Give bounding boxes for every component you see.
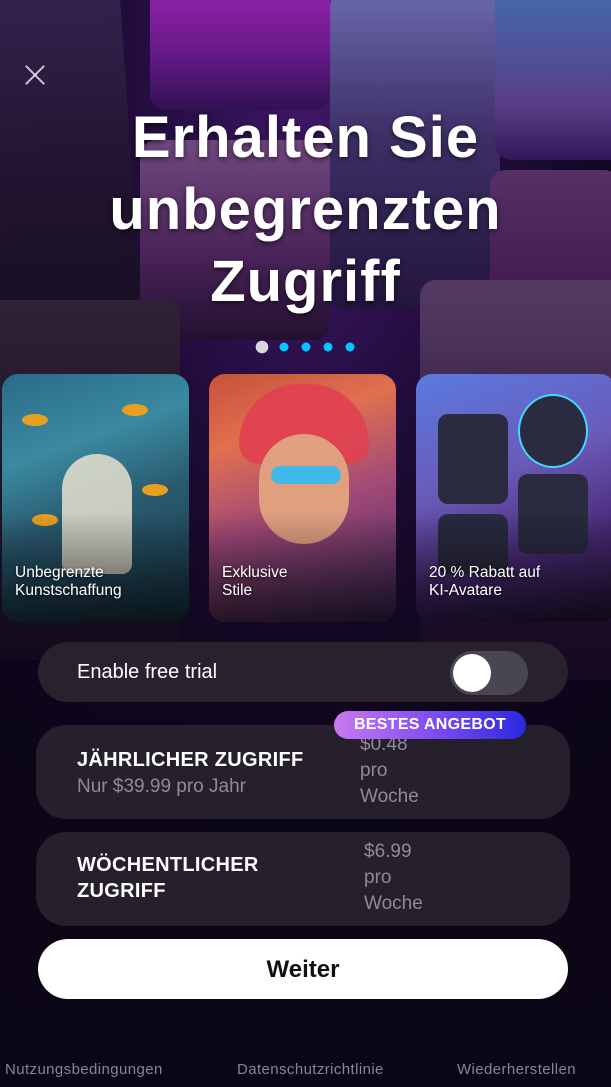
feature-card-ai-avatars[interactable]: 20 % Rabatt auf KI-Avatare [416, 374, 611, 622]
plan-name: JÄHRLICHER ZUGRIFF [77, 749, 304, 771]
feature-card-label: Unbegrenzte Kunstschaffung [15, 564, 122, 599]
feature-carousel[interactable]: Unbegrenzte Kunstschaffung Exklusive Sti… [2, 374, 611, 624]
feature-card-exclusive-styles[interactable]: Exklusive Stile [209, 374, 396, 622]
card-image-avatar [518, 394, 588, 468]
carousel-dots [0, 340, 611, 354]
card-image-fish [142, 484, 168, 496]
card-image-avatar [438, 414, 508, 504]
card-image-sunglasses [271, 466, 341, 484]
privacy-link[interactable]: Datenschutzrichtlinie [237, 1061, 384, 1078]
plan-price: $0.48 pro Woche [360, 734, 419, 807]
feature-card-label: 20 % Rabatt auf KI-Avatare [429, 564, 541, 599]
free-trial-row[interactable]: Enable free trial [38, 642, 568, 702]
card-image-fish [22, 414, 48, 426]
carousel-dot-1[interactable] [255, 340, 268, 354]
plan-name: WÖCHENTLICHER ZUGRIFF [77, 854, 259, 902]
free-trial-label: Enable free trial [77, 661, 218, 683]
carousel-dot-4[interactable] [323, 342, 332, 352]
toggle-knob [453, 654, 491, 692]
best-offer-badge: BESTES ANGEBOT [334, 711, 526, 739]
free-trial-toggle[interactable] [450, 651, 528, 695]
carousel-dot-5[interactable] [345, 342, 354, 352]
carousel-dot-2[interactable] [279, 342, 288, 352]
page-title: Erhalten Sie unbegrenzten Zugriff [109, 105, 502, 314]
continue-button[interactable]: Weiter [38, 939, 568, 999]
plan-option-yearly[interactable]: JÄHRLICHER ZUGRIFF Nur $39.99 pro Jahr $… [36, 725, 570, 819]
plan-option-weekly[interactable]: WÖCHENTLICHER ZUGRIFF $6.99 pro Woche [36, 832, 570, 926]
terms-link[interactable]: Nutzungsbedingungen [5, 1061, 163, 1078]
plan-subtitle: Nur $39.99 pro Jahr [77, 776, 246, 797]
card-image-fish [122, 404, 148, 416]
plan-price: $6.99 pro Woche [364, 841, 423, 914]
restore-link[interactable]: Wiederherstellen [457, 1061, 576, 1078]
carousel-dot-3[interactable] [301, 342, 310, 352]
feature-card-unlimited-art[interactable]: Unbegrenzte Kunstschaffung [2, 374, 189, 622]
close-icon[interactable] [24, 64, 46, 86]
feature-card-label: Exklusive Stile [222, 564, 288, 599]
